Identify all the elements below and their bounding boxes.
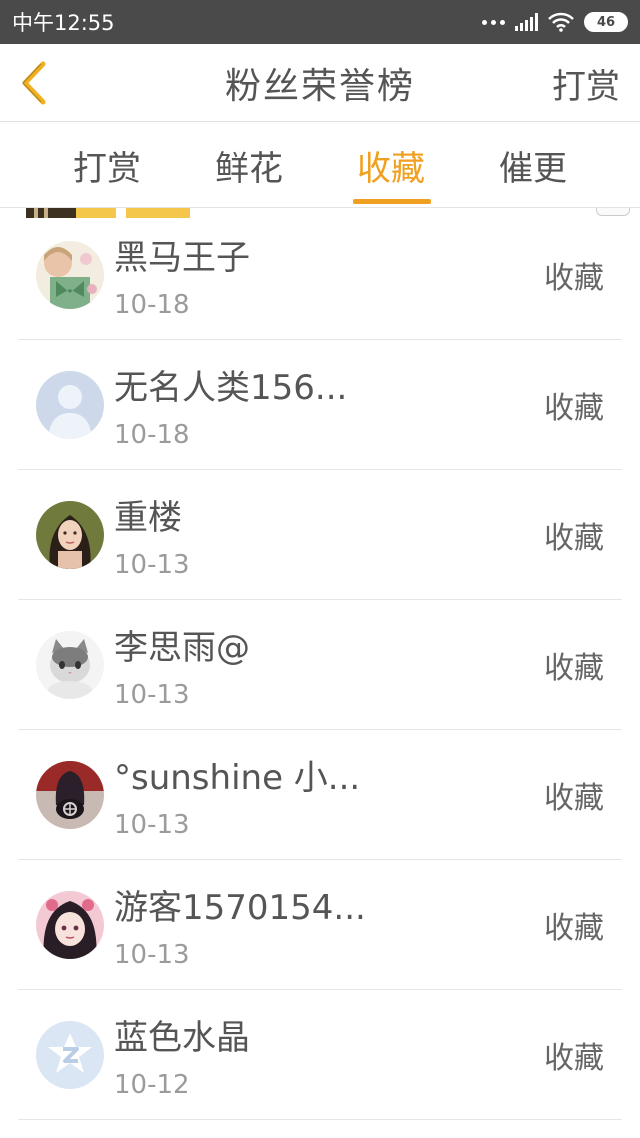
dark-hooded-avatar[interactable] <box>36 761 104 829</box>
fan-action: 收藏 <box>544 521 604 556</box>
fan-date: 10-13 <box>114 940 190 970</box>
fan-date: 10-18 <box>114 420 190 450</box>
list-item[interactable]: 游客1570154... 10-13 收藏 <box>18 860 622 990</box>
nav-bar: 粉丝荣誉榜 打赏 <box>0 44 640 122</box>
woman-portrait-avatar[interactable] <box>36 501 104 569</box>
qq-logo-avatar[interactable] <box>36 1021 104 1089</box>
fan-date: 10-13 <box>114 810 190 840</box>
battery-icon: 46 <box>584 12 628 32</box>
anime-girl-pink-avatar[interactable] <box>36 891 104 959</box>
fan-name: 蓝色水晶 <box>114 1018 250 1058</box>
status-icons: 46 <box>482 12 628 32</box>
fan-name: 黑马王子 <box>114 238 250 278</box>
more-dots-icon <box>482 19 505 25</box>
fan-list[interactable]: 黑马王子 10-18 收藏 无名人类156... 10-18 收藏 重楼 10-… <box>0 208 640 1138</box>
default-user-avatar[interactable] <box>36 371 104 439</box>
fan-date: 10-13 <box>114 680 190 710</box>
reward-button[interactable]: 打赏 <box>552 44 620 122</box>
fan-name: °sunshine 小... <box>114 758 361 798</box>
wifi-icon <box>548 12 574 32</box>
fan-name: 无名人类156... <box>114 368 348 408</box>
fan-date: 10-12 <box>114 1070 190 1100</box>
anime-girl-green-avatar[interactable] <box>36 241 104 309</box>
tab-flower[interactable]: 鲜花 <box>194 122 304 208</box>
tab-favorite-label: 收藏 <box>357 148 425 189</box>
fan-action: 收藏 <box>544 781 604 816</box>
list-item[interactable]: 蓝色水晶 10-12 收藏 <box>18 990 622 1120</box>
active-tab-indicator <box>353 199 431 204</box>
list-item[interactable]: 黑马王子 10-18 收藏 <box>18 210 622 340</box>
list-item[interactable]: 无名人类156... 10-18 收藏 <box>18 340 622 470</box>
fan-action: 收藏 <box>544 651 604 686</box>
fan-action: 收藏 <box>544 261 604 296</box>
tab-favorite[interactable]: 收藏 <box>336 122 446 208</box>
fan-action: 收藏 <box>544 391 604 426</box>
page-title: 粉丝荣誉榜 <box>224 66 415 107</box>
tab-reward[interactable]: 打赏 <box>52 122 162 208</box>
tab-bar: 打赏 鲜花 收藏 催更 <box>0 122 640 208</box>
fan-name: 游客1570154... <box>114 888 366 928</box>
fan-date: 10-18 <box>114 290 190 320</box>
status-time: 中午12:55 <box>12 11 115 35</box>
signal-icon <box>515 13 538 31</box>
status-bar: 中午12:55 46 <box>0 0 640 44</box>
fan-action: 收藏 <box>544 1041 604 1076</box>
kitten-avatar[interactable] <box>36 631 104 699</box>
list-item[interactable]: 李思雨@ 10-13 收藏 <box>18 600 622 730</box>
tab-urge-update[interactable]: 催更 <box>478 122 588 208</box>
fan-name: 李思雨@ <box>114 628 250 668</box>
list-item[interactable]: °sunshine 小... 10-13 收藏 <box>18 730 622 860</box>
fan-name: 重楼 <box>114 498 182 538</box>
list-item[interactable]: 重楼 10-13 收藏 <box>18 470 622 600</box>
fan-action: 收藏 <box>544 911 604 946</box>
fan-date: 10-13 <box>114 550 190 580</box>
